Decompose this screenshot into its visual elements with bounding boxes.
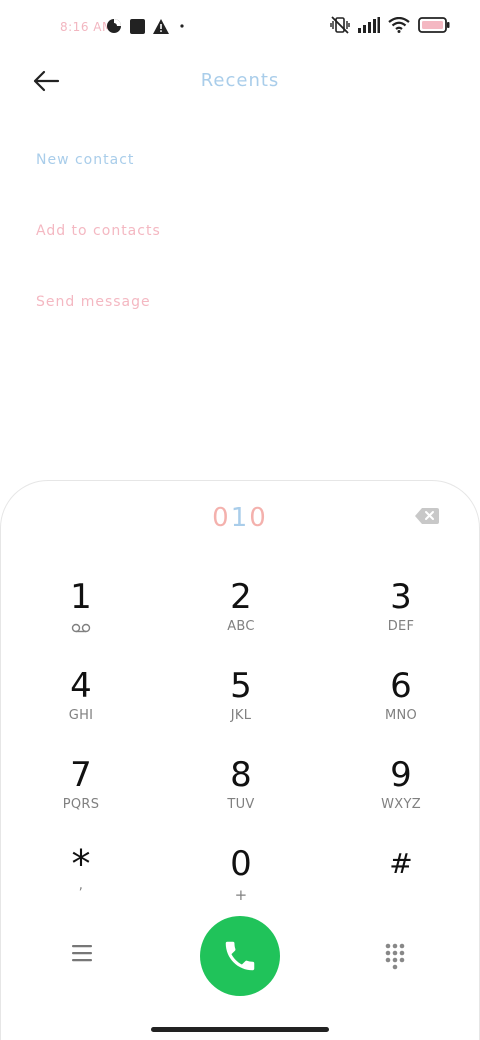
key-letters: ,	[78, 878, 84, 893]
key-digit: 3	[390, 577, 412, 617]
key-digit: 4	[70, 666, 92, 706]
battery-icon	[418, 17, 450, 33]
key-2[interactable]: 2 ABC	[181, 577, 301, 657]
key-digit: 2	[230, 577, 252, 617]
backspace-icon	[415, 508, 439, 524]
key-star[interactable]: * ,	[21, 844, 141, 924]
wifi-icon	[388, 17, 410, 33]
key-digit: 0	[230, 844, 252, 884]
key-letters: TUV	[227, 797, 255, 812]
status-time: 8:16 AM	[60, 20, 113, 34]
call-button[interactable]	[200, 916, 280, 996]
square-notification-icon	[130, 18, 145, 34]
status-bar: 8:16 AM	[0, 0, 480, 56]
new-contact-link[interactable]: New contact	[36, 148, 161, 219]
phone-icon	[225, 941, 255, 971]
key-8[interactable]: 8 TUV	[181, 755, 301, 835]
key-hash[interactable]: #	[341, 844, 461, 924]
dialpad-icon	[385, 943, 405, 970]
key-1[interactable]: 1	[21, 577, 141, 657]
key-digit: #	[389, 847, 413, 880]
dialer-bottom-bar	[0, 916, 480, 996]
home-indicator[interactable]	[151, 1027, 329, 1032]
key-digit: 8	[230, 755, 252, 795]
key-letters: JKL	[230, 708, 252, 723]
add-to-contacts-link[interactable]: Add to contacts	[36, 219, 161, 290]
key-4[interactable]: 4 GHI	[21, 666, 141, 746]
warning-icon	[153, 18, 169, 34]
key-digit: 6	[390, 666, 412, 706]
contact-actions-list: New contact Add to contacts Send message	[36, 148, 161, 361]
send-message-link[interactable]: Send message	[36, 290, 161, 361]
key-5[interactable]: 5 JKL	[181, 666, 301, 746]
key-letters: WXYZ	[381, 797, 421, 812]
key-letters: MNO	[384, 708, 418, 723]
header: Recents	[0, 56, 480, 108]
backspace-button[interactable]	[415, 507, 439, 525]
key-letters: +	[234, 886, 248, 904]
key-0[interactable]: 0 +	[181, 844, 301, 924]
key-digit: 5	[230, 666, 252, 706]
dialed-number-display[interactable]: 010	[1, 503, 479, 533]
status-left-icons	[106, 18, 187, 34]
vibrate-off-icon	[330, 16, 350, 34]
key-7[interactable]: 7 PQRS	[21, 755, 141, 835]
menu-button[interactable]	[72, 944, 98, 968]
signal-icon	[358, 17, 380, 33]
key-digit: 7	[70, 755, 92, 795]
menu-icon	[72, 945, 92, 962]
key-digit: 9	[390, 755, 412, 795]
key-letters: GHI	[68, 708, 94, 723]
key-3[interactable]: 3 DEF	[341, 577, 461, 657]
key-6[interactable]: 6 MNO	[341, 666, 461, 746]
key-9[interactable]: 9 WXYZ	[341, 755, 461, 835]
dot-icon	[180, 24, 184, 28]
key-letters: DEF	[387, 619, 415, 634]
page-title: Recents	[200, 70, 280, 91]
dialed-digit: 010	[212, 503, 268, 533]
key-digit: 1	[70, 577, 92, 617]
keypad-toggle-button[interactable]	[384, 942, 406, 970]
status-right-icons	[330, 16, 450, 34]
key-letters: ABC	[227, 619, 255, 634]
voicemail-icon	[71, 623, 91, 633]
key-letters: PQRS	[62, 797, 100, 812]
data-saver-icon	[107, 19, 121, 33]
